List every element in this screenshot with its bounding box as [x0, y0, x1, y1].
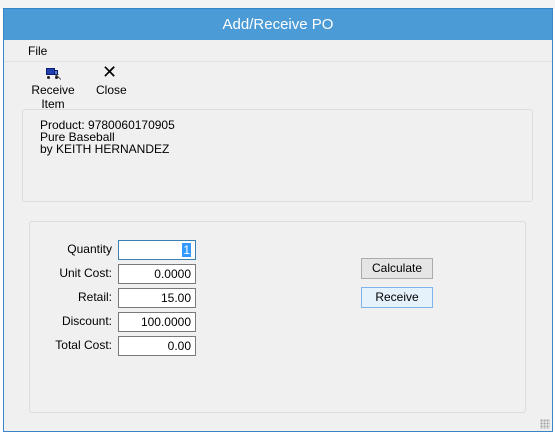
retail-field[interactable]: 15.00: [118, 288, 196, 308]
total-cost-label: Total Cost:: [55, 338, 112, 352]
product-author: by KEITH HERNANDEZ: [40, 142, 170, 156]
discount-label: Discount:: [61, 314, 112, 328]
menu-file[interactable]: File: [28, 44, 47, 58]
resize-grip[interactable]: [540, 419, 550, 429]
add-receive-po-window: Add/Receive PO File ↖ Receive Item ✕ Clo…: [3, 8, 553, 432]
retail-label: Retail:: [77, 290, 112, 304]
close-icon: ✕: [102, 62, 118, 82]
receive-item-label: Receive Item: [31, 83, 75, 111]
close-label: Close: [96, 83, 127, 97]
receive-button[interactable]: Receive: [361, 287, 433, 308]
truck-icon: ↖: [20, 65, 86, 83]
receive-item-button[interactable]: ↖ Receive Item: [20, 65, 86, 111]
quantity-label: Quantity: [67, 242, 112, 256]
quantity-value: 1: [182, 243, 191, 257]
toolbar: ↖ Receive Item ✕ Close: [4, 62, 552, 111]
unit-cost-field[interactable]: 0.0000: [118, 264, 196, 284]
discount-field[interactable]: 100.0000: [118, 312, 196, 332]
calculate-button[interactable]: Calculate: [361, 258, 433, 279]
menu-bar: File: [4, 40, 552, 62]
window-title: Add/Receive PO: [4, 9, 552, 40]
receive-form-panel: Quantity 1 Unit Cost: 0.0000 Retail: 15.…: [29, 221, 526, 413]
unit-cost-label: Unit Cost:: [59, 266, 112, 280]
total-cost-field[interactable]: 0.00: [118, 336, 196, 356]
close-button[interactable]: ✕ Close: [96, 62, 127, 97]
product-info-panel: Product: 9780060170905 Pure Baseball by …: [22, 109, 533, 202]
cursor-icon: ↖: [54, 72, 63, 83]
quantity-field[interactable]: 1: [118, 240, 196, 260]
